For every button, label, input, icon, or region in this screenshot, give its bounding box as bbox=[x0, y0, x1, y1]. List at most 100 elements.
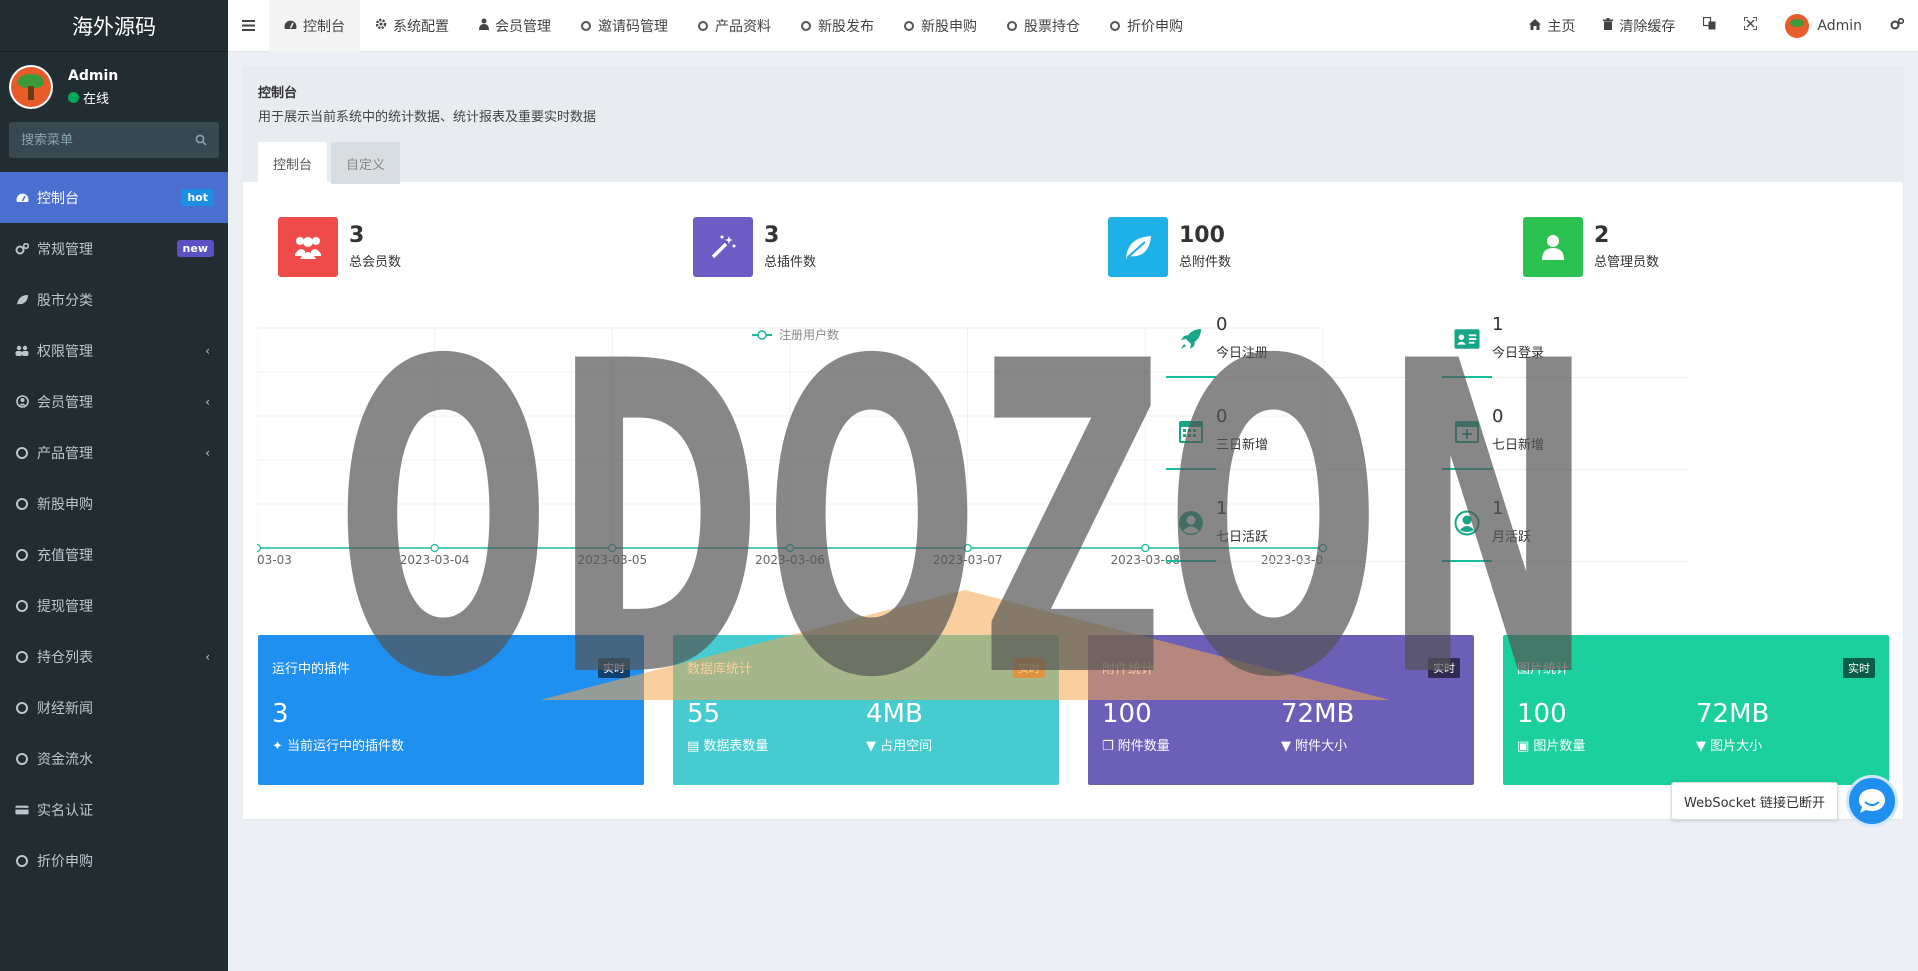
sidebar-item-label: 控制台 bbox=[37, 190, 79, 207]
stat-total-plugins: 3 总插件数 bbox=[693, 217, 816, 277]
tab-member-management[interactable]: 会员管理 bbox=[464, 0, 566, 52]
magic-wand-icon: ✦ bbox=[272, 739, 288, 754]
mini-stat-today-register: 0 今日注册 bbox=[1166, 312, 1411, 378]
mini-stat-three-day-new: 0 三日新增 bbox=[1166, 404, 1411, 470]
info-card-sub: ❐ 附件数量 bbox=[1102, 735, 1281, 754]
dashboard-icon bbox=[15, 191, 29, 205]
sidebar-item-label: 提现管理 bbox=[37, 598, 93, 615]
info-card-sub-text: 数据表数量 bbox=[703, 739, 769, 754]
tab-console[interactable]: 控制台 bbox=[258, 142, 328, 184]
info-card-sub: ▼ 图片大小 bbox=[1696, 735, 1875, 754]
translate-button[interactable] bbox=[1689, 0, 1730, 52]
sidebar-item-recharge[interactable]: 充值管理 bbox=[0, 529, 228, 580]
mini-stat-label: 今日注册 bbox=[1216, 346, 1269, 361]
info-card-sub-text: 当前运行中的插件数 bbox=[287, 739, 405, 754]
tab-label: 新股发布 bbox=[818, 18, 874, 35]
user-menu[interactable]: Admin bbox=[1771, 0, 1876, 52]
leaf-icon bbox=[15, 293, 29, 307]
search-icon[interactable] bbox=[195, 134, 207, 146]
chevron-left-icon: ‹ bbox=[205, 343, 210, 358]
search-input[interactable] bbox=[21, 132, 181, 148]
home-link[interactable]: 主页 bbox=[1515, 0, 1589, 52]
filter-icon: ▼ bbox=[1696, 739, 1711, 754]
fullscreen-button[interactable] bbox=[1730, 0, 1771, 52]
tab-ipo-publish[interactable]: 新股发布 bbox=[786, 0, 889, 52]
mini-stat-today-login: 1 今日登录 bbox=[1442, 312, 1687, 378]
logo[interactable]: 海外源码 bbox=[0, 0, 228, 52]
tab-label: 会员管理 bbox=[495, 18, 551, 35]
sidebar-item-dashboard[interactable]: 控制台 hot bbox=[0, 172, 228, 223]
sidebar-item-general[interactable]: 常规管理 new bbox=[0, 223, 228, 274]
leaf-icon bbox=[1108, 217, 1168, 277]
mini-stat-value: 0 bbox=[1492, 406, 1504, 427]
home-label: 主页 bbox=[1547, 18, 1576, 35]
sidebar-item-label: 新股申购 bbox=[37, 496, 93, 513]
realtime-badge: 实时 bbox=[1843, 658, 1875, 678]
sidebar-item-news[interactable]: 财经新闻 bbox=[0, 682, 228, 733]
status-text: 在线 bbox=[83, 91, 110, 107]
tab-discount-subscribe[interactable]: 折价申购 bbox=[1095, 0, 1198, 52]
sidebar-item-fund-flow[interactable]: 资金流水 bbox=[0, 733, 228, 784]
main-content: 控制台 用于展示当前系统中的统计数据、统计报表及重要实时数据 控制台 自定义 3… bbox=[243, 66, 1903, 819]
circle-icon bbox=[15, 701, 29, 715]
tab-system-config[interactable]: 系统配置 bbox=[360, 0, 464, 52]
info-card-sub-text: 附件数量 bbox=[1117, 739, 1170, 754]
tab-invite-code[interactable]: 邀请码管理 bbox=[566, 0, 683, 52]
sidebar-item-positions[interactable]: 持仓列表 ‹ bbox=[0, 631, 228, 682]
info-card-sub: ▼ 占用空间 bbox=[866, 735, 1045, 754]
mini-stat-seven-day-new: 0 七日新增 bbox=[1442, 404, 1687, 470]
user-icon bbox=[1523, 217, 1583, 277]
user-circle-icon bbox=[1178, 510, 1204, 536]
mini-stat-value: 1 bbox=[1492, 314, 1504, 335]
sidebar-item-permission[interactable]: 权限管理 ‹ bbox=[0, 325, 228, 376]
stat-total-members: 3 总会员数 bbox=[278, 217, 401, 277]
tab-stock-positions[interactable]: 股票持仓 bbox=[992, 0, 1095, 52]
chat-bubble-icon bbox=[1859, 789, 1885, 813]
tab-ipo-subscribe[interactable]: 新股申购 bbox=[889, 0, 992, 52]
sidebar-item-label: 股市分类 bbox=[37, 292, 93, 309]
hamburger-icon bbox=[242, 20, 255, 31]
sidebar-item-products[interactable]: 产品管理 ‹ bbox=[0, 427, 228, 478]
sidebar-item-discount[interactable]: 折价申购 bbox=[0, 835, 228, 886]
calendar-icon bbox=[1178, 418, 1204, 444]
stat-value: 3 bbox=[349, 223, 365, 248]
info-card-number: 72MB bbox=[1281, 699, 1355, 729]
info-card-sub: ✦ 当前运行中的插件数 bbox=[272, 735, 630, 754]
stat-label: 总会员数 bbox=[349, 255, 402, 270]
chevron-left-icon: ‹ bbox=[205, 394, 210, 409]
chat-button[interactable] bbox=[1846, 775, 1898, 827]
info-card-number: 72MB bbox=[1696, 699, 1770, 729]
tab-label: 折价申购 bbox=[1127, 18, 1183, 35]
info-card-title: 图片统计 bbox=[1517, 662, 1570, 677]
x-tick-label: 2023-03-06 bbox=[755, 553, 825, 567]
sidebar-item-real-name[interactable]: 实名认证 bbox=[0, 784, 228, 835]
user-info: Admin 在线 bbox=[68, 68, 118, 107]
sidebar-item-market-category[interactable]: 股市分类 bbox=[0, 274, 228, 325]
sidebar-item-ipo-subscribe[interactable]: 新股申购 bbox=[0, 478, 228, 529]
top-navbar: 控制台 系统配置 会员管理 邀请码管理 产品资料 新股发布 新股申购 股票持仓 … bbox=[228, 0, 1918, 52]
data-point bbox=[785, 543, 795, 553]
tab-dashboard[interactable]: 控制台 bbox=[269, 0, 360, 52]
websocket-toast: WebSocket 链接已断开 bbox=[1671, 782, 1838, 820]
hot-badge: hot bbox=[181, 189, 214, 206]
sidebar-item-members[interactable]: 会员管理 ‹ bbox=[0, 376, 228, 427]
calendar-plus-icon bbox=[1454, 418, 1480, 444]
stat-label: 总附件数 bbox=[1179, 255, 1232, 270]
trash-icon bbox=[1603, 18, 1614, 33]
realtime-badge: 实时 bbox=[1013, 658, 1045, 678]
info-card-number: 4MB bbox=[866, 699, 923, 729]
realtime-badge: 实时 bbox=[598, 658, 630, 678]
sidebar-item-withdraw[interactable]: 提现管理 bbox=[0, 580, 228, 631]
data-point bbox=[257, 543, 262, 553]
mini-stat-seven-day-active: 1 七日活跃 bbox=[1166, 496, 1411, 562]
info-card-number: 100 bbox=[1102, 699, 1152, 729]
sidebar-toggle-button[interactable] bbox=[228, 0, 269, 52]
tab-custom[interactable]: 自定义 bbox=[331, 142, 401, 184]
clear-cache-button[interactable]: 清除缓存 bbox=[1589, 0, 1689, 52]
avatar bbox=[9, 65, 53, 109]
control-sidebar-button[interactable] bbox=[1876, 0, 1918, 52]
info-card-sub-text: 占用空间 bbox=[880, 739, 933, 754]
info-card-title: 附件统计 bbox=[1102, 662, 1155, 677]
tab-product-info[interactable]: 产品资料 bbox=[683, 0, 786, 52]
info-card-plugins: 运行中的插件 实时 3 ✦ 当前运行中的插件数 bbox=[258, 635, 644, 785]
